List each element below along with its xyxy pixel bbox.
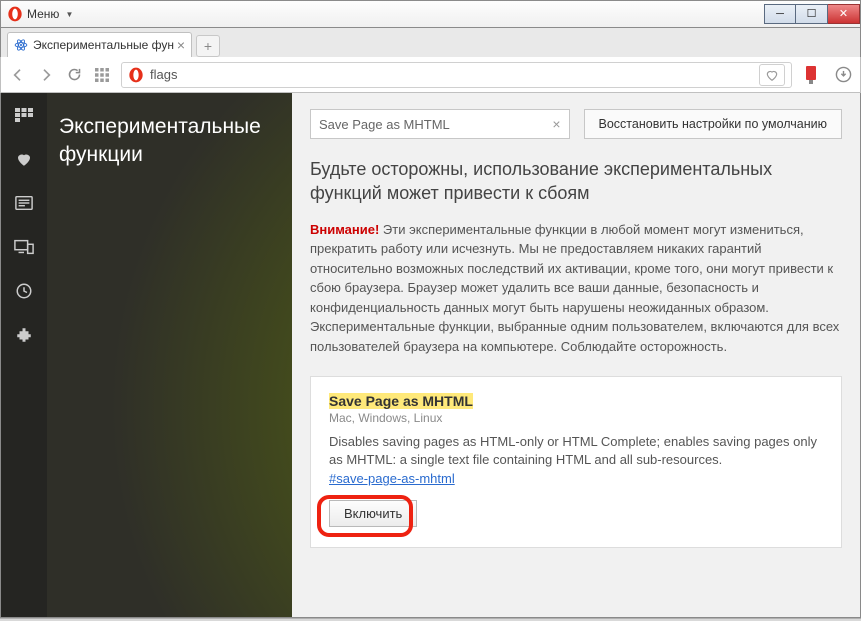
maximize-button[interactable]: ☐ [796,4,828,24]
opera-logo-icon [7,6,23,22]
flag-title: Save Page as MHTML [329,393,823,409]
bookmark-heart-button[interactable] [759,64,785,86]
flag-card: Save Page as MHTML Mac, Windows, Linux D… [310,376,842,548]
flag-search-input[interactable] [319,117,552,132]
main-content: × Восстановить настройки по умолчанию Бу… [292,93,860,617]
window-titlebar: Меню ▼ ─ ☐ ✕ [0,0,861,28]
close-button[interactable]: ✕ [828,4,860,24]
reset-defaults-button[interactable]: Восстановить настройки по умолчанию [584,109,842,139]
heart-icon[interactable] [14,149,34,169]
news-icon[interactable] [14,193,34,213]
tab-title: Экспериментальные фун [33,38,174,52]
warning-label: Внимание! [310,222,379,237]
forward-button[interactable] [37,66,55,84]
opera-badge-icon [128,67,144,83]
downloads-button[interactable] [834,66,852,84]
menu-button[interactable]: Меню [27,7,59,21]
tab-strip: Экспериментальные фун × + [0,28,861,57]
flag-description: Disables saving pages as HTML-only or HT… [329,433,823,469]
warning-body: Эти экспериментальные функции в любой мо… [310,222,839,354]
page-heading-panel: Экспериментальные функции [47,93,292,617]
toolbar [0,57,861,93]
speed-dial-button[interactable] [93,66,111,84]
extensions-icon[interactable] [14,325,34,345]
warning-paragraph: Внимание! Эти экспериментальные функции … [310,220,842,357]
grid-icon[interactable] [14,105,34,125]
warning-heading: Будьте осторожны, использование эксперим… [310,157,842,206]
clear-search-icon[interactable]: × [552,116,560,132]
flag-anchor-link[interactable]: #save-page-as-mhtml [329,471,455,486]
address-bar[interactable] [121,62,792,88]
atom-icon [14,38,28,52]
new-tab-button[interactable]: + [196,35,220,57]
url-input[interactable] [150,67,753,82]
chevron-down-icon: ▼ [65,10,73,19]
flag-platforms: Mac, Windows, Linux [329,411,823,425]
tab-experimental[interactable]: Экспериментальные фун × [7,32,192,57]
app-sidebar [1,93,47,617]
back-button[interactable] [9,66,27,84]
devices-icon[interactable] [14,237,34,257]
enable-button[interactable]: Включить [329,500,417,527]
adblock-icon[interactable] [802,66,820,84]
reload-button[interactable] [65,66,83,84]
page-title: Экспериментальные функции [59,113,280,170]
tab-close-icon[interactable]: × [177,37,185,53]
minimize-button[interactable]: ─ [764,4,796,24]
history-icon[interactable] [14,281,34,301]
flag-search-box[interactable]: × [310,109,570,139]
